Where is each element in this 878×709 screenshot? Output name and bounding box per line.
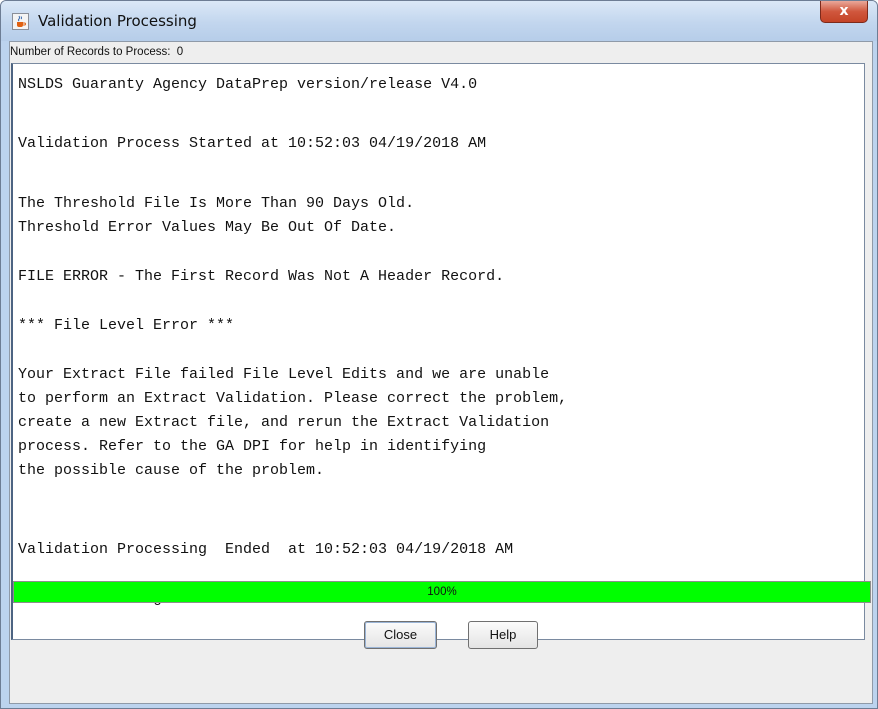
- records-to-process-label: Number of Records to Process: 0: [10, 46, 184, 58]
- window-title: Validation Processing: [38, 12, 197, 30]
- log-line: Threshold Error Values May Be Out Of Dat…: [18, 219, 397, 236]
- window-close-button[interactable]: x: [820, 1, 868, 23]
- log-line: *** File Level Error ***: [18, 317, 235, 334]
- title-bar[interactable]: Validation Processing x: [1, 1, 877, 41]
- log-line: FILE ERROR - The First Record Was Not A …: [18, 268, 505, 285]
- progress-bar: 100%: [13, 581, 871, 603]
- log-line: the possible cause of the problem.: [18, 462, 325, 479]
- log-line: Your Extract File failed File Level Edit…: [18, 366, 550, 383]
- log-line: Validation Process Started at 10:52:03 0…: [18, 135, 487, 152]
- log-line: to perform an Extract Validation. Please…: [18, 390, 568, 407]
- log-line: create a new Extract file, and rerun the…: [18, 414, 550, 431]
- log-line: Validation Processing Ended at 10:52:03 …: [18, 541, 514, 558]
- close-button[interactable]: Close: [364, 621, 437, 649]
- close-icon: x: [839, 3, 849, 19]
- log-line: The Threshold File Is More Than 90 Days …: [18, 195, 415, 212]
- dialog-content: Number of Records to Process: 0 NSLDS Gu…: [9, 41, 873, 704]
- log-output-area[interactable]: NSLDS Guaranty Agency DataPrep version/r…: [11, 63, 865, 640]
- progress-percent: 100%: [427, 586, 457, 598]
- help-button[interactable]: Help: [468, 621, 538, 649]
- log-line: process. Refer to the GA DPI for help in…: [18, 438, 487, 455]
- validation-processing-window: Validation Processing x Number of Record…: [0, 0, 878, 709]
- java-cup-icon: [12, 13, 29, 30]
- log-line: NSLDS Guaranty Agency DataPrep version/r…: [18, 76, 478, 93]
